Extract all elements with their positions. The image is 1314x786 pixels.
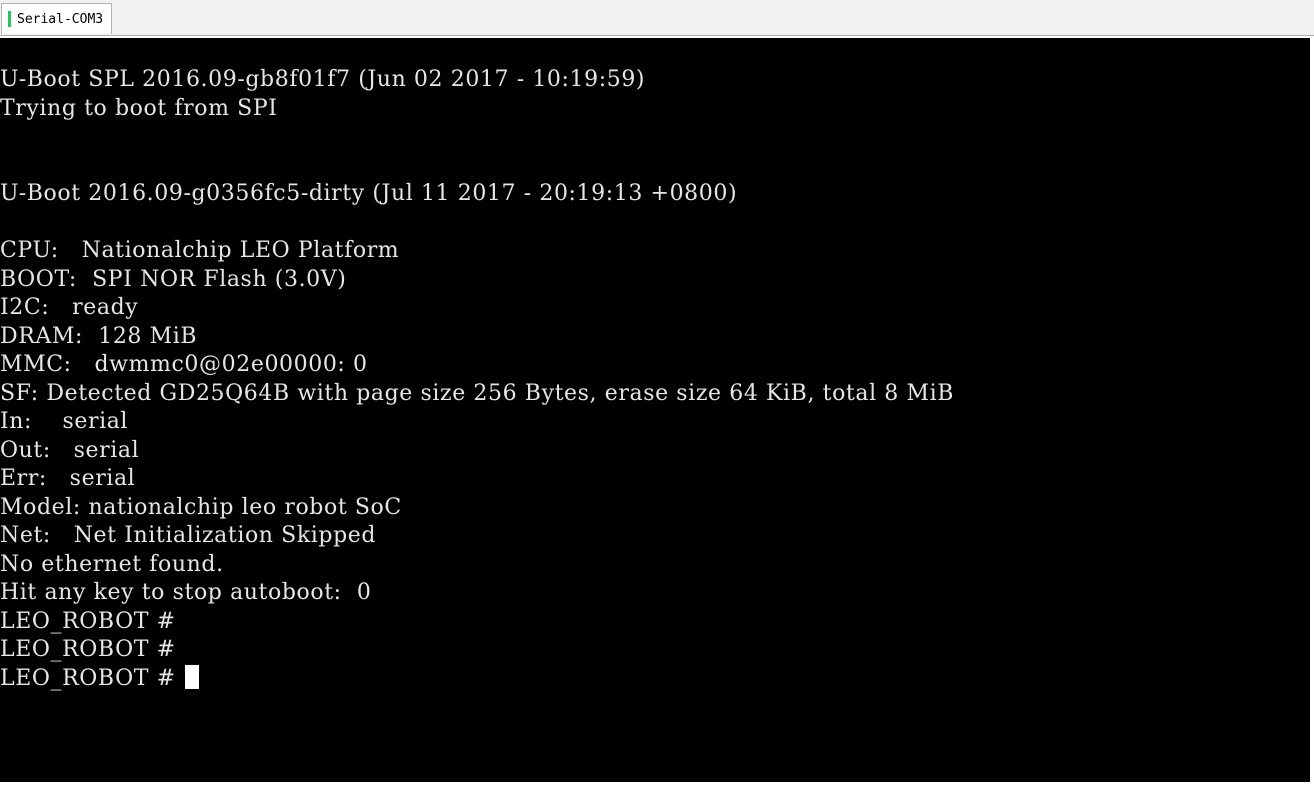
terminal-line: SF: Detected GD25Q64B with page size 256… xyxy=(0,380,955,406)
terminal-line: LEO_ROBOT # xyxy=(0,637,176,662)
serial-terminal-window: Serial-COM3 U-Boot SPL 2016.09-gb8f01f7 … xyxy=(0,0,1314,786)
terminal-line: Out: serial xyxy=(0,437,140,463)
terminal-line: CPU: Nationalchip LEO Platform xyxy=(0,238,400,263)
window-bottom-edge xyxy=(0,782,1314,786)
terminal-line: Model: nationalchip leo robot SoC xyxy=(0,494,402,520)
terminal-line: U-Boot SPL 2016.09-gb8f01f7 (Jun 02 2017… xyxy=(0,67,646,92)
tab-bar: Serial-COM3 xyxy=(0,0,1314,36)
terminal-line: No ethernet found. xyxy=(0,551,224,577)
connection-status-indicator xyxy=(8,11,11,27)
window-right-edge xyxy=(1310,36,1314,786)
text-cursor xyxy=(185,664,200,689)
terminal-prompt-line[interactable]: LEO_ROBOT # xyxy=(0,664,954,694)
terminal-prompt: LEO_ROBOT # xyxy=(0,665,184,691)
terminal-lines: U-Boot SPL 2016.09-gb8f01f7 (Jun 02 2017… xyxy=(0,66,954,693)
terminal-output[interactable]: U-Boot SPL 2016.09-gb8f01f7 (Jun 02 2017… xyxy=(0,38,1310,782)
terminal-line: Hit any key to stop autoboot: 0 xyxy=(0,580,372,605)
tab-serial-com3[interactable]: Serial-COM3 xyxy=(1,3,113,34)
tab-label: Serial-COM3 xyxy=(17,11,104,27)
terminal-line: U-Boot 2016.09-g0356fc5-dirty (Jul 11 20… xyxy=(0,181,738,206)
terminal-line: Trying to boot from SPI xyxy=(0,95,278,121)
terminal-line: Err: serial xyxy=(0,466,136,491)
terminal-line: BOOT: SPI NOR Flash (3.0V) xyxy=(0,266,347,292)
terminal-line: DRAM: 128 MiB xyxy=(0,323,198,349)
terminal-line: I2C: ready xyxy=(0,295,139,320)
terminal-line: In: serial xyxy=(0,409,129,434)
terminal-line: MMC: dwmmc0@02e00000: 0 xyxy=(0,352,368,377)
terminal-line: LEO_ROBOT # xyxy=(0,608,176,634)
terminal-line: Net: Net Initialization Skipped xyxy=(0,523,377,548)
